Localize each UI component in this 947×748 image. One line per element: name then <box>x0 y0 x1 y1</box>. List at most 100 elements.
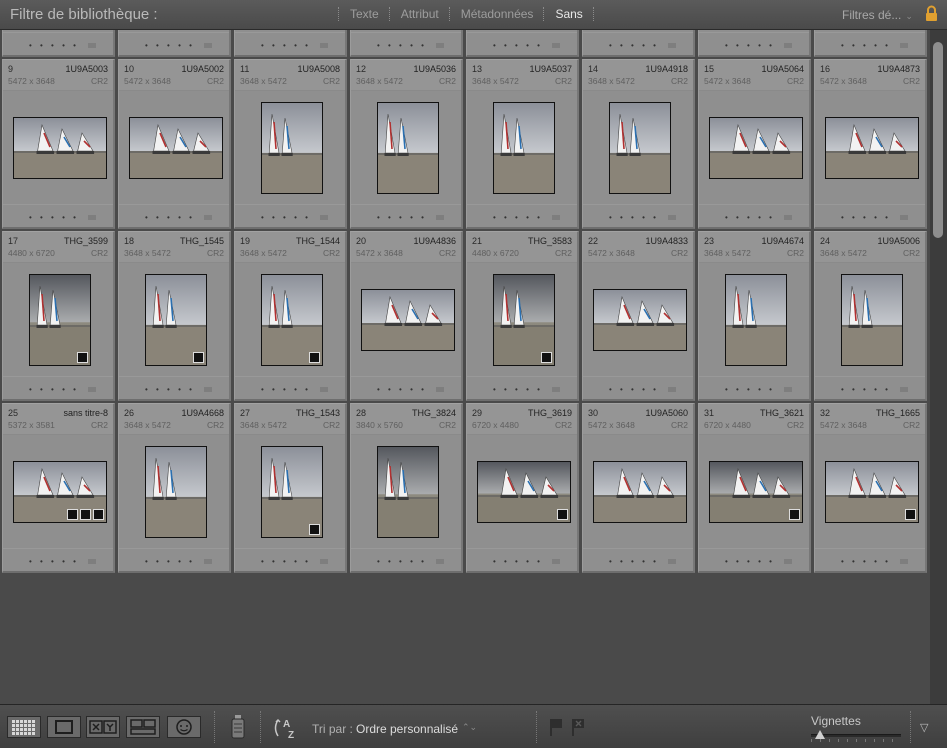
toolbar-menu-chevron-icon[interactable]: ▽ <box>920 721 928 734</box>
photo-cell[interactable]: 32 THG_1665 5472 x 3648 CR2 • • • • • <box>814 403 927 573</box>
photo-cell[interactable]: 21 THG_3583 4480 x 6720 CR2 • • • • • <box>466 231 579 401</box>
photo-cell[interactable]: 5472 x 3648CR2• • • • • <box>350 30 463 57</box>
star-rating[interactable]: • • • • • <box>493 213 543 222</box>
star-rating[interactable]: • • • • • <box>493 385 543 394</box>
photo-cell[interactable]: 6720 x 4480CR2• • • • • <box>814 30 927 57</box>
compare-view-button[interactable] <box>86 716 120 738</box>
photo-thumbnail[interactable] <box>609 102 671 194</box>
photo-cell[interactable]: 30 1U9A5060 5472 x 3648 CR2 • • • • • <box>582 403 695 573</box>
color-label-icon[interactable] <box>552 559 560 564</box>
color-label-icon[interactable] <box>88 559 96 564</box>
photo-cell[interactable]: 20 1U9A4836 5472 x 3648 CR2 • • • • • <box>350 231 463 401</box>
color-label-icon[interactable] <box>320 387 328 392</box>
star-rating[interactable]: • • • • • <box>609 213 659 222</box>
color-label-icon[interactable] <box>436 43 444 48</box>
photo-cell[interactable]: 25 sans titre-8 5372 x 3581 CR2 • • • • • <box>2 403 115 573</box>
star-rating[interactable]: • • • • • <box>725 385 775 394</box>
sort-order-dropdown[interactable]: Ordre personnalisé <box>356 722 458 736</box>
star-rating[interactable]: • • • • • <box>377 213 427 222</box>
color-label-icon[interactable] <box>436 215 444 220</box>
photo-cell[interactable]: 27 THG_1543 3648 x 5472 CR2 • • • • • <box>234 403 347 573</box>
thumbnail-size-slider-knob[interactable] <box>815 730 825 739</box>
color-label-icon[interactable] <box>320 43 328 48</box>
photo-cell[interactable]: 31 THG_3621 6720 x 4480 CR2 • • • • • <box>698 403 811 573</box>
photo-thumbnail[interactable] <box>29 274 91 366</box>
photo-cell[interactable]: 11 1U9A5008 3648 x 5472 CR2 • • • • • <box>234 59 347 229</box>
color-label-icon[interactable] <box>320 559 328 564</box>
photo-thumbnail[interactable] <box>493 102 555 194</box>
photo-cell[interactable]: 29 THG_3619 6720 x 4480 CR2 • • • • • <box>466 403 579 573</box>
color-label-icon[interactable] <box>204 43 212 48</box>
photo-thumbnail[interactable] <box>13 461 107 523</box>
photo-cell[interactable]: 18 THG_1545 3648 x 5472 CR2 • • • • • <box>118 231 231 401</box>
tab-text[interactable]: Texte <box>340 7 389 21</box>
photo-cell[interactable]: 5472 x 3648CR2• • • • • <box>582 30 695 57</box>
people-view-button[interactable] <box>167 716 201 738</box>
color-label-icon[interactable] <box>668 215 676 220</box>
star-rating[interactable]: • • • • • <box>725 41 775 50</box>
photo-thumbnail[interactable] <box>825 461 919 523</box>
color-label-icon[interactable] <box>784 43 792 48</box>
metadata-badge-icon[interactable] <box>789 509 800 520</box>
color-label-icon[interactable] <box>900 215 908 220</box>
star-rating[interactable]: • • • • • <box>29 385 79 394</box>
color-label-icon[interactable] <box>784 215 792 220</box>
photo-thumbnail[interactable] <box>493 274 555 366</box>
metadata-badge-icon[interactable] <box>905 509 916 520</box>
color-label-icon[interactable] <box>552 215 560 220</box>
photo-cell[interactable]: 26 1U9A4668 3648 x 5472 CR2 • • • • • <box>118 403 231 573</box>
color-label-icon[interactable] <box>320 215 328 220</box>
photo-cell[interactable]: 22 1U9A4833 5472 x 3648 CR2 • • • • • <box>582 231 695 401</box>
photo-cell[interactable]: 16 1U9A4873 5472 x 3648 CR2 • • • • • <box>814 59 927 229</box>
photo-thumbnail[interactable] <box>377 102 439 194</box>
painter-spray-icon[interactable] <box>229 714 247 740</box>
star-rating[interactable]: • • • • • <box>29 213 79 222</box>
vertical-scrollbar[interactable] <box>930 30 947 704</box>
survey-view-button[interactable] <box>126 716 160 738</box>
photo-cell[interactable]: 28 THG_3824 3840 x 5760 CR2 • • • • • <box>350 403 463 573</box>
star-rating[interactable]: • • • • • <box>261 213 311 222</box>
collection-badge-icon[interactable] <box>80 509 91 520</box>
lock-icon[interactable] <box>925 5 938 22</box>
metadata-badge-icon[interactable] <box>557 509 568 520</box>
photo-cell[interactable]: 6720 x 4480CR2• • • • • <box>698 30 811 57</box>
photo-thumbnail[interactable] <box>377 446 439 538</box>
photo-thumbnail[interactable] <box>593 461 687 523</box>
photo-thumbnail[interactable] <box>261 274 323 366</box>
star-rating[interactable]: • • • • • <box>261 557 311 566</box>
photo-cell[interactable]: 5472 x 3648CR2• • • • • <box>234 30 347 57</box>
metadata-badge-icon[interactable] <box>309 352 320 363</box>
star-rating[interactable]: • • • • • <box>609 41 659 50</box>
color-label-icon[interactable] <box>784 559 792 564</box>
star-rating[interactable]: • • • • • <box>261 385 311 394</box>
color-label-icon[interactable] <box>668 559 676 564</box>
photo-thumbnail[interactable] <box>129 117 223 179</box>
photo-thumbnail[interactable] <box>145 446 207 538</box>
tab-attribute[interactable]: Attribut <box>391 7 449 21</box>
metadata-badge-icon[interactable] <box>67 509 78 520</box>
star-rating[interactable]: • • • • • <box>841 385 891 394</box>
photo-thumbnail[interactable] <box>725 274 787 366</box>
photo-cell[interactable]: 15 1U9A5064 5472 x 3648 CR2 • • • • • <box>698 59 811 229</box>
color-label-icon[interactable] <box>552 43 560 48</box>
color-label-icon[interactable] <box>88 387 96 392</box>
star-rating[interactable]: • • • • • <box>841 557 891 566</box>
color-label-icon[interactable] <box>668 43 676 48</box>
color-label-icon[interactable] <box>436 559 444 564</box>
metadata-badge-icon[interactable] <box>541 352 552 363</box>
sort-direction-icon[interactable]: A Z <box>272 716 304 740</box>
color-label-icon[interactable] <box>900 43 908 48</box>
photo-cell[interactable]: 19 THG_1544 3648 x 5472 CR2 • • • • • <box>234 231 347 401</box>
color-label-icon[interactable] <box>552 387 560 392</box>
color-label-icon[interactable] <box>204 387 212 392</box>
metadata-badge-icon[interactable] <box>309 524 320 535</box>
photo-thumbnail[interactable] <box>477 461 571 523</box>
scrollbar-thumb[interactable] <box>933 42 943 238</box>
photo-cell[interactable]: 14 1U9A4918 3648 x 5472 CR2 • • • • • <box>582 59 695 229</box>
star-rating[interactable]: • • • • • <box>725 557 775 566</box>
filter-preset-dropdown[interactable]: Filtres dé... ⌄ <box>842 8 913 22</box>
photo-cell[interactable]: 17 THG_3599 4480 x 6720 CR2 • • • • • <box>2 231 115 401</box>
star-rating[interactable]: • • • • • <box>145 213 195 222</box>
star-rating[interactable]: • • • • • <box>377 385 427 394</box>
photo-cell[interactable]: 23 1U9A4674 3648 x 5472 CR2 • • • • • <box>698 231 811 401</box>
